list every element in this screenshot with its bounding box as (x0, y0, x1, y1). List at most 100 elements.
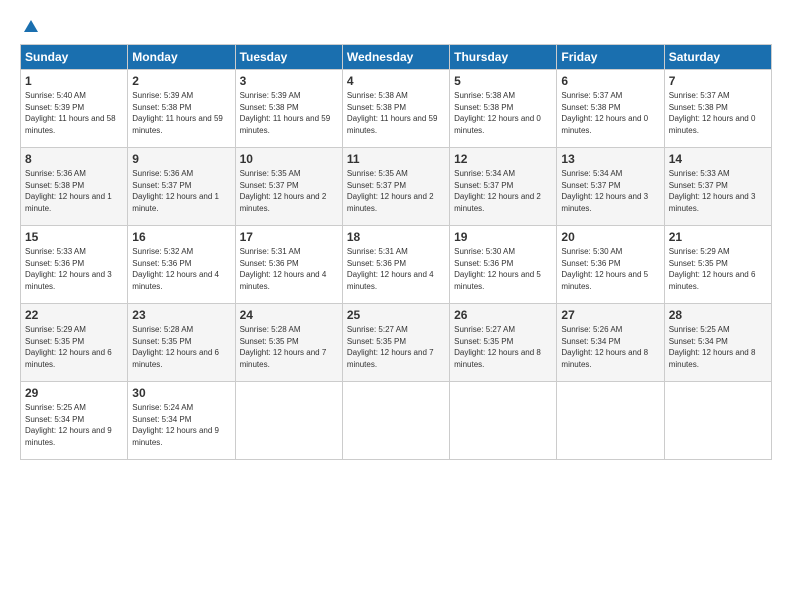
day-number: 23 (132, 308, 230, 322)
table-row: 11 Sunrise: 5:35 AM Sunset: 5:37 PM Dayl… (342, 148, 449, 226)
day-number: 22 (25, 308, 123, 322)
day-info: Sunrise: 5:27 AM Sunset: 5:35 PM Dayligh… (347, 324, 445, 370)
table-row: 16 Sunrise: 5:32 AM Sunset: 5:36 PM Dayl… (128, 226, 235, 304)
table-row: 30 Sunrise: 5:24 AM Sunset: 5:34 PM Dayl… (128, 382, 235, 460)
day-info: Sunrise: 5:28 AM Sunset: 5:35 PM Dayligh… (132, 324, 230, 370)
day-number: 18 (347, 230, 445, 244)
col-thursday: Thursday (450, 45, 557, 70)
day-info: Sunrise: 5:30 AM Sunset: 5:36 PM Dayligh… (454, 246, 552, 292)
day-info: Sunrise: 5:37 AM Sunset: 5:38 PM Dayligh… (669, 90, 767, 136)
col-tuesday: Tuesday (235, 45, 342, 70)
day-number: 1 (25, 74, 123, 88)
day-info: Sunrise: 5:35 AM Sunset: 5:37 PM Dayligh… (347, 168, 445, 214)
calendar-week-row: 15 Sunrise: 5:33 AM Sunset: 5:36 PM Dayl… (21, 226, 772, 304)
day-info: Sunrise: 5:39 AM Sunset: 5:38 PM Dayligh… (132, 90, 230, 136)
table-row: 26 Sunrise: 5:27 AM Sunset: 5:35 PM Dayl… (450, 304, 557, 382)
logo (20, 18, 40, 34)
table-row: 7 Sunrise: 5:37 AM Sunset: 5:38 PM Dayli… (664, 70, 771, 148)
table-row: 9 Sunrise: 5:36 AM Sunset: 5:37 PM Dayli… (128, 148, 235, 226)
day-info: Sunrise: 5:31 AM Sunset: 5:36 PM Dayligh… (240, 246, 338, 292)
col-friday: Friday (557, 45, 664, 70)
day-info: Sunrise: 5:35 AM Sunset: 5:37 PM Dayligh… (240, 168, 338, 214)
day-number: 7 (669, 74, 767, 88)
table-row: 15 Sunrise: 5:33 AM Sunset: 5:36 PM Dayl… (21, 226, 128, 304)
table-row (235, 382, 342, 460)
table-row: 28 Sunrise: 5:25 AM Sunset: 5:34 PM Dayl… (664, 304, 771, 382)
calendar-week-row: 22 Sunrise: 5:29 AM Sunset: 5:35 PM Dayl… (21, 304, 772, 382)
day-number: 8 (25, 152, 123, 166)
day-info: Sunrise: 5:31 AM Sunset: 5:36 PM Dayligh… (347, 246, 445, 292)
day-info: Sunrise: 5:29 AM Sunset: 5:35 PM Dayligh… (669, 246, 767, 292)
day-number: 14 (669, 152, 767, 166)
table-row: 22 Sunrise: 5:29 AM Sunset: 5:35 PM Dayl… (21, 304, 128, 382)
day-info: Sunrise: 5:25 AM Sunset: 5:34 PM Dayligh… (25, 402, 123, 448)
day-number: 12 (454, 152, 552, 166)
day-number: 6 (561, 74, 659, 88)
day-number: 27 (561, 308, 659, 322)
day-info: Sunrise: 5:36 AM Sunset: 5:38 PM Dayligh… (25, 168, 123, 214)
table-row: 17 Sunrise: 5:31 AM Sunset: 5:36 PM Dayl… (235, 226, 342, 304)
day-number: 3 (240, 74, 338, 88)
day-info: Sunrise: 5:28 AM Sunset: 5:35 PM Dayligh… (240, 324, 338, 370)
logo-triangle-icon (22, 18, 40, 36)
day-number: 24 (240, 308, 338, 322)
table-row: 14 Sunrise: 5:33 AM Sunset: 5:37 PM Dayl… (664, 148, 771, 226)
calendar-week-row: 8 Sunrise: 5:36 AM Sunset: 5:38 PM Dayli… (21, 148, 772, 226)
day-number: 16 (132, 230, 230, 244)
header (20, 18, 772, 34)
table-row: 23 Sunrise: 5:28 AM Sunset: 5:35 PM Dayl… (128, 304, 235, 382)
day-info: Sunrise: 5:33 AM Sunset: 5:36 PM Dayligh… (25, 246, 123, 292)
day-number: 2 (132, 74, 230, 88)
page: Sunday Monday Tuesday Wednesday Thursday… (0, 0, 792, 612)
calendar-week-row: 29 Sunrise: 5:25 AM Sunset: 5:34 PM Dayl… (21, 382, 772, 460)
table-row: 3 Sunrise: 5:39 AM Sunset: 5:38 PM Dayli… (235, 70, 342, 148)
day-info: Sunrise: 5:40 AM Sunset: 5:39 PM Dayligh… (25, 90, 123, 136)
day-number: 25 (347, 308, 445, 322)
day-info: Sunrise: 5:27 AM Sunset: 5:35 PM Dayligh… (454, 324, 552, 370)
table-row: 8 Sunrise: 5:36 AM Sunset: 5:38 PM Dayli… (21, 148, 128, 226)
day-number: 28 (669, 308, 767, 322)
table-row: 20 Sunrise: 5:30 AM Sunset: 5:36 PM Dayl… (557, 226, 664, 304)
table-row (664, 382, 771, 460)
day-info: Sunrise: 5:37 AM Sunset: 5:38 PM Dayligh… (561, 90, 659, 136)
day-info: Sunrise: 5:33 AM Sunset: 5:37 PM Dayligh… (669, 168, 767, 214)
day-info: Sunrise: 5:26 AM Sunset: 5:34 PM Dayligh… (561, 324, 659, 370)
col-saturday: Saturday (664, 45, 771, 70)
table-row: 10 Sunrise: 5:35 AM Sunset: 5:37 PM Dayl… (235, 148, 342, 226)
day-info: Sunrise: 5:25 AM Sunset: 5:34 PM Dayligh… (669, 324, 767, 370)
day-number: 15 (25, 230, 123, 244)
table-row: 4 Sunrise: 5:38 AM Sunset: 5:38 PM Dayli… (342, 70, 449, 148)
day-info: Sunrise: 5:30 AM Sunset: 5:36 PM Dayligh… (561, 246, 659, 292)
day-number: 26 (454, 308, 552, 322)
table-row: 13 Sunrise: 5:34 AM Sunset: 5:37 PM Dayl… (557, 148, 664, 226)
table-row: 27 Sunrise: 5:26 AM Sunset: 5:34 PM Dayl… (557, 304, 664, 382)
table-row (342, 382, 449, 460)
day-number: 29 (25, 386, 123, 400)
table-row: 6 Sunrise: 5:37 AM Sunset: 5:38 PM Dayli… (557, 70, 664, 148)
day-number: 5 (454, 74, 552, 88)
col-monday: Monday (128, 45, 235, 70)
day-number: 11 (347, 152, 445, 166)
day-number: 19 (454, 230, 552, 244)
table-row (557, 382, 664, 460)
day-number: 20 (561, 230, 659, 244)
day-info: Sunrise: 5:34 AM Sunset: 5:37 PM Dayligh… (454, 168, 552, 214)
day-info: Sunrise: 5:38 AM Sunset: 5:38 PM Dayligh… (454, 90, 552, 136)
day-info: Sunrise: 5:32 AM Sunset: 5:36 PM Dayligh… (132, 246, 230, 292)
day-number: 10 (240, 152, 338, 166)
day-info: Sunrise: 5:29 AM Sunset: 5:35 PM Dayligh… (25, 324, 123, 370)
day-number: 30 (132, 386, 230, 400)
table-row: 1 Sunrise: 5:40 AM Sunset: 5:39 PM Dayli… (21, 70, 128, 148)
table-row: 18 Sunrise: 5:31 AM Sunset: 5:36 PM Dayl… (342, 226, 449, 304)
col-sunday: Sunday (21, 45, 128, 70)
calendar-week-row: 1 Sunrise: 5:40 AM Sunset: 5:39 PM Dayli… (21, 70, 772, 148)
day-number: 4 (347, 74, 445, 88)
day-info: Sunrise: 5:38 AM Sunset: 5:38 PM Dayligh… (347, 90, 445, 136)
table-row: 5 Sunrise: 5:38 AM Sunset: 5:38 PM Dayli… (450, 70, 557, 148)
day-number: 21 (669, 230, 767, 244)
table-row: 25 Sunrise: 5:27 AM Sunset: 5:35 PM Dayl… (342, 304, 449, 382)
day-info: Sunrise: 5:36 AM Sunset: 5:37 PM Dayligh… (132, 168, 230, 214)
col-wednesday: Wednesday (342, 45, 449, 70)
day-info: Sunrise: 5:34 AM Sunset: 5:37 PM Dayligh… (561, 168, 659, 214)
table-row: 12 Sunrise: 5:34 AM Sunset: 5:37 PM Dayl… (450, 148, 557, 226)
